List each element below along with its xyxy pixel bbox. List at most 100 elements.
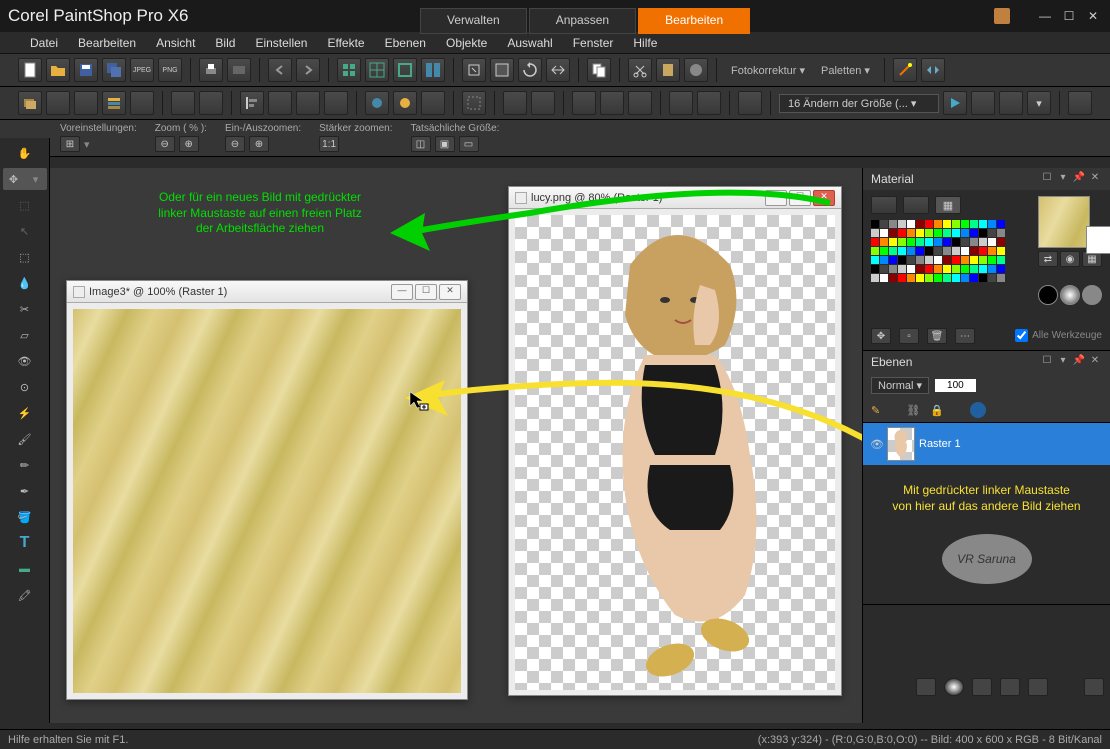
image3-titlebar[interactable]: Image3* @ 100% (Raster 1) — ☐ ✕: [67, 281, 467, 303]
swatch[interactable]: [988, 274, 996, 282]
lucy-max[interactable]: ☐: [789, 190, 811, 206]
swatch[interactable]: [961, 220, 969, 228]
tool-c-icon[interactable]: [130, 91, 154, 115]
size2-icon[interactable]: ▣: [435, 136, 455, 152]
preset-btn[interactable]: ⊞: [60, 136, 80, 152]
swatch[interactable]: [997, 229, 1005, 237]
panel-menu-icon[interactable]: ☐: [1040, 172, 1054, 186]
swatch[interactable]: [970, 220, 978, 228]
png-icon[interactable]: PNG: [158, 58, 182, 82]
sel3-icon[interactable]: [531, 91, 555, 115]
pan-tool-icon[interactable]: ✋: [13, 142, 37, 164]
footer-delete-icon[interactable]: [1028, 678, 1048, 696]
swatch[interactable]: [979, 229, 987, 237]
lucy-min[interactable]: —: [765, 190, 787, 206]
new-file-icon[interactable]: [18, 58, 42, 82]
tab-bearbeiten[interactable]: Bearbeiten: [638, 8, 750, 34]
menu-hilfe[interactable]: Hilfe: [623, 34, 667, 52]
menu-effekte[interactable]: Effekte: [317, 34, 374, 52]
image3-max[interactable]: ☐: [415, 284, 437, 300]
redo-icon[interactable]: [296, 58, 320, 82]
swatch[interactable]: [961, 256, 969, 264]
background-swatch[interactable]: [1086, 226, 1110, 254]
layers2-icon[interactable]: [102, 91, 126, 115]
menu-bild[interactable]: Bild: [205, 34, 245, 52]
swatch[interactable]: [889, 256, 897, 264]
swatch[interactable]: [997, 247, 1005, 255]
panel-dropdown-icon[interactable]: ▾: [1056, 355, 1070, 369]
swatch[interactable]: [952, 238, 960, 246]
swatch[interactable]: [898, 229, 906, 237]
save-all-icon[interactable]: [102, 58, 126, 82]
opacity-field[interactable]: 100: [935, 379, 976, 392]
sel4-icon[interactable]: [572, 91, 596, 115]
arrow-tool-icon[interactable]: ↖: [13, 220, 37, 242]
effects-icon[interactable]: [684, 58, 708, 82]
swap-icon[interactable]: ⇄: [1038, 251, 1058, 267]
grad-circle-icon[interactable]: [1060, 285, 1080, 305]
panel-pin-icon[interactable]: 📌: [1072, 172, 1086, 186]
mat-tab2-icon[interactable]: [903, 196, 929, 214]
panel-menu-icon[interactable]: ☐: [1040, 355, 1054, 369]
all-tools-checkbox[interactable]: [1015, 329, 1028, 342]
swatch[interactable]: [898, 220, 906, 228]
swatch[interactable]: [961, 247, 969, 255]
swatch[interactable]: [880, 256, 888, 264]
minimize-button[interactable]: —: [1036, 9, 1054, 23]
new-swatch-icon[interactable]: ▫: [899, 328, 919, 344]
swatch[interactable]: [880, 265, 888, 273]
swatch[interactable]: [988, 229, 996, 237]
footer-merge-icon[interactable]: [1000, 678, 1020, 696]
align-center-icon[interactable]: [268, 91, 292, 115]
swatch[interactable]: [880, 229, 888, 237]
lock-icon[interactable]: 🔒: [930, 404, 944, 417]
swatch[interactable]: [898, 256, 906, 264]
menu-datei[interactable]: Datei: [20, 34, 68, 52]
delete-swatch-icon[interactable]: 🗑: [927, 328, 947, 344]
swatch[interactable]: [916, 247, 924, 255]
scanner-icon[interactable]: [227, 58, 251, 82]
swatch[interactable]: [979, 256, 987, 264]
text-tool-icon[interactable]: T: [13, 532, 37, 554]
tool-b-icon[interactable]: [74, 91, 98, 115]
foreground-swatch[interactable]: [1038, 196, 1090, 248]
swatch[interactable]: [925, 229, 933, 237]
swatch[interactable]: [916, 229, 924, 237]
swatch[interactable]: [907, 220, 915, 228]
swatch[interactable]: [952, 256, 960, 264]
swatch[interactable]: [916, 274, 924, 282]
swatch[interactable]: [907, 256, 915, 264]
lucy-canvas[interactable]: [515, 215, 835, 690]
swatch[interactable]: [907, 229, 915, 237]
copy-icon[interactable]: [587, 58, 611, 82]
swatch[interactable]: [925, 220, 933, 228]
swatch[interactable]: [997, 238, 1005, 246]
swatch[interactable]: [979, 247, 987, 255]
brush-icon[interactable]: 🖌: [13, 428, 37, 450]
swatch[interactable]: [943, 238, 951, 246]
swatch[interactable]: [907, 274, 915, 282]
menu-ebenen[interactable]: Ebenen: [375, 34, 436, 52]
swatch[interactable]: [889, 265, 897, 273]
swatch[interactable]: [934, 247, 942, 255]
swatch[interactable]: [871, 265, 879, 273]
perspective-icon[interactable]: ▱: [13, 324, 37, 346]
tool-e-icon[interactable]: [199, 91, 223, 115]
fullscreen-icon[interactable]: [393, 58, 417, 82]
swatch[interactable]: [970, 274, 978, 282]
swatch[interactable]: [907, 238, 915, 246]
tab-verwalten[interactable]: Verwalten: [420, 8, 527, 34]
swatch[interactable]: [952, 247, 960, 255]
align-right-icon[interactable]: [324, 91, 348, 115]
swatch[interactable]: [979, 274, 987, 282]
swatch[interactable]: [889, 238, 897, 246]
material-panel-header[interactable]: Material ☐ ▾ 📌 ✕: [863, 168, 1110, 190]
swatch[interactable]: [934, 229, 942, 237]
image3-min[interactable]: —: [391, 284, 413, 300]
footer-link-icon[interactable]: [972, 678, 992, 696]
panel-dropdown-icon[interactable]: ▾: [1056, 172, 1070, 186]
swatch[interactable]: [916, 238, 924, 246]
fx2-icon[interactable]: [393, 91, 417, 115]
scratch-icon[interactable]: ⚡: [13, 402, 37, 424]
add-swatch-icon[interactable]: ✥: [871, 328, 891, 344]
